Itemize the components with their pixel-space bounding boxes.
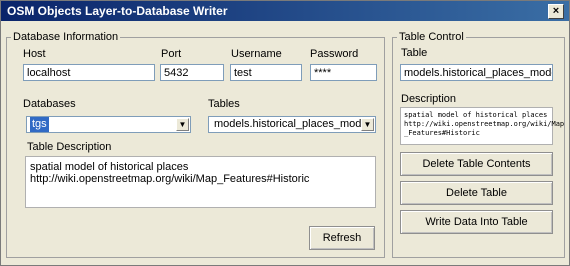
username-field[interactable]: test [230,64,302,81]
tables-selected: models.historical_places_model [214,118,370,130]
password-label: Password [310,48,359,60]
tables-label: Tables [208,98,240,110]
refresh-button[interactable]: Refresh [309,226,375,250]
window-title: OSM Objects Layer-to-Database Writer [7,4,228,18]
username-label: Username [231,48,282,60]
delete-table-contents-button[interactable]: Delete Table Contents [400,152,553,176]
host-field[interactable]: localhost [23,64,155,81]
chevron-down-icon[interactable]: ▼ [176,118,189,131]
databases-selected: tgs [30,117,49,132]
password-field[interactable]: **** [310,64,377,81]
host-label: Host [23,48,46,60]
chevron-down-icon[interactable]: ▼ [361,118,374,131]
table-field[interactable]: models.historical_places_model [400,64,553,81]
description-text[interactable]: spatial model of historical places http:… [400,107,564,145]
port-field[interactable]: 5432 [160,64,224,81]
title-bar[interactable]: OSM Objects Layer-to-Database Writer × [1,1,569,21]
table-description-text[interactable]: spatial model of historical places http:… [25,156,376,208]
database-information-legend: Database Information [13,31,119,43]
app-window: OSM Objects Layer-to-Database Writer × D… [0,0,570,266]
port-label: Port [161,48,182,60]
write-data-into-table-button[interactable]: Write Data Into Table [400,210,553,234]
table-label: Table [401,47,428,59]
databases-label: Databases [23,98,76,110]
description-label: Description [401,93,457,105]
databases-select[interactable]: tgs ▼ [26,116,191,133]
table-control-legend: Table Control [399,31,464,43]
table-description-label: Table Description [27,141,112,153]
tables-select[interactable]: models.historical_places_model ▼ [208,116,376,133]
close-icon[interactable]: × [548,4,564,19]
delete-table-button[interactable]: Delete Table [400,181,553,205]
